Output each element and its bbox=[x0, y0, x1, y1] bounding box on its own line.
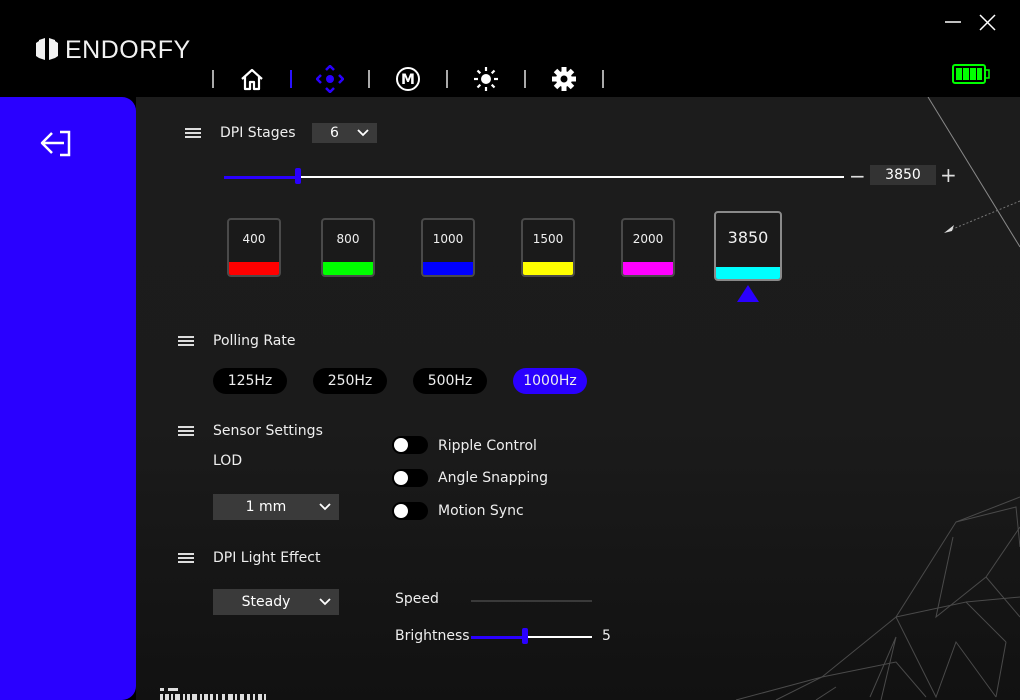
dpi-stage-1[interactable]: 400 bbox=[227, 218, 281, 277]
dpi-stage-5[interactable]: 2000 bbox=[621, 218, 675, 277]
dpi-slider-track[interactable] bbox=[224, 176, 844, 178]
endorfy-logo-icon bbox=[36, 37, 58, 60]
dpi-stage-2[interactable]: 800 bbox=[321, 218, 375, 277]
sidebar bbox=[0, 97, 136, 700]
brightness-label: Brightness bbox=[395, 628, 470, 644]
minimize-icon bbox=[945, 21, 961, 23]
list-icon bbox=[178, 553, 194, 565]
svg-text:M: M bbox=[401, 72, 415, 88]
ripple-control-label: Ripple Control bbox=[438, 438, 537, 454]
dpi-value-field[interactable]: 3850 bbox=[870, 165, 936, 185]
sensor-settings-title: Sensor Settings bbox=[213, 423, 323, 439]
dpi-stage-color bbox=[523, 262, 573, 275]
selected-stage-indicator bbox=[737, 285, 759, 302]
close-button[interactable] bbox=[975, 10, 999, 34]
angle-snapping-toggle[interactable] bbox=[392, 469, 428, 487]
dpi-stage-4[interactable]: 1500 bbox=[521, 218, 575, 277]
back-button[interactable] bbox=[38, 129, 74, 159]
speed-slider-disabled bbox=[471, 600, 592, 602]
polling-rate-title: Polling Rate bbox=[213, 333, 296, 349]
dpi-stage-value: 400 bbox=[242, 232, 266, 246]
dpi-stages-title: DPI Stages bbox=[220, 125, 296, 141]
dpi-decrease-button[interactable]: − bbox=[849, 166, 866, 186]
ripple-control-toggle[interactable] bbox=[392, 436, 428, 454]
dpi-stage-value: 1500 bbox=[532, 232, 564, 246]
dpi-stage-value: 3850 bbox=[727, 228, 769, 247]
dpi-stage-color bbox=[623, 262, 673, 275]
main-panel: DPI Stages 6 − 3850 + 400 800 1000 1500 2000… bbox=[136, 97, 1020, 700]
polling-rate-option-250[interactable]: 250Hz bbox=[313, 368, 387, 394]
minimize-button[interactable] bbox=[942, 10, 966, 34]
brightness-value: 5 bbox=[602, 628, 611, 644]
performance-icon bbox=[316, 65, 344, 93]
chevron-down-icon bbox=[319, 598, 331, 606]
back-exit-icon bbox=[40, 130, 71, 157]
list-icon bbox=[178, 426, 194, 438]
settings-icon bbox=[552, 67, 576, 91]
motion-sync-toggle[interactable] bbox=[392, 502, 428, 520]
lod-label: LOD bbox=[213, 453, 243, 469]
tab-settings[interactable] bbox=[526, 63, 602, 95]
toggle-knob bbox=[394, 471, 408, 485]
dpi-stage-value: 1000 bbox=[432, 232, 464, 246]
speed-label: Speed bbox=[395, 591, 439, 607]
brand-logo: ENDORFY bbox=[35, 36, 191, 65]
lod-value: 1 mm bbox=[245, 499, 287, 515]
dpi-stage-value: 2000 bbox=[632, 232, 664, 246]
dpi-slider-fill bbox=[224, 176, 299, 179]
dpi-stages-count-select[interactable]: 6 bbox=[312, 123, 377, 143]
dpi-stage-6[interactable]: 3850 bbox=[714, 211, 782, 281]
chevron-down-icon bbox=[357, 129, 369, 137]
tab-performance[interactable] bbox=[292, 63, 368, 95]
dpi-light-effect-title: DPI Light Effect bbox=[213, 550, 321, 566]
nav-separator bbox=[602, 70, 604, 88]
toggle-knob bbox=[394, 438, 408, 452]
motion-sync-label: Motion Sync bbox=[438, 503, 524, 519]
footer-barcode-decoration bbox=[160, 688, 266, 700]
toggle-knob bbox=[394, 504, 408, 518]
polling-rate-option-500[interactable]: 500Hz bbox=[413, 368, 487, 394]
dpi-stage-value: 800 bbox=[336, 232, 360, 246]
home-icon bbox=[241, 68, 263, 91]
light-effect-value: Steady bbox=[241, 594, 291, 610]
dpi-stage-color bbox=[323, 262, 373, 275]
battery-icon bbox=[952, 64, 990, 84]
tab-macro[interactable]: M bbox=[370, 63, 446, 95]
title-bar: ENDORFY M bbox=[0, 0, 1020, 97]
chevron-down-icon bbox=[319, 503, 331, 511]
light-effect-select[interactable]: Steady bbox=[213, 589, 339, 615]
brightness-slider-thumb[interactable] bbox=[522, 628, 529, 644]
dpi-stage-color bbox=[423, 262, 473, 275]
macro-icon: M bbox=[396, 67, 420, 91]
dpi-stage-color bbox=[716, 267, 780, 279]
polling-rate-option-1000[interactable]: 1000Hz bbox=[513, 368, 587, 394]
dpi-slider-thumb[interactable] bbox=[295, 168, 302, 184]
lighting-icon bbox=[474, 67, 498, 91]
lod-select[interactable]: 1 mm bbox=[213, 494, 339, 520]
main-nav: M bbox=[212, 62, 604, 96]
list-icon bbox=[178, 336, 194, 348]
polling-rate-option-125[interactable]: 125Hz bbox=[213, 368, 287, 394]
dpi-increase-button[interactable]: + bbox=[940, 165, 957, 185]
brand-name: ENDORFY bbox=[65, 36, 191, 64]
tab-lighting[interactable] bbox=[448, 63, 524, 95]
angle-snapping-label: Angle Snapping bbox=[438, 470, 549, 486]
dpi-stages-count-value: 6 bbox=[330, 125, 339, 141]
dpi-stage-color bbox=[229, 262, 279, 275]
close-icon bbox=[979, 14, 996, 31]
list-icon bbox=[185, 128, 201, 140]
brightness-slider-fill bbox=[471, 636, 526, 639]
dpi-stage-3[interactable]: 1000 bbox=[421, 218, 475, 277]
tab-home[interactable] bbox=[214, 63, 290, 95]
